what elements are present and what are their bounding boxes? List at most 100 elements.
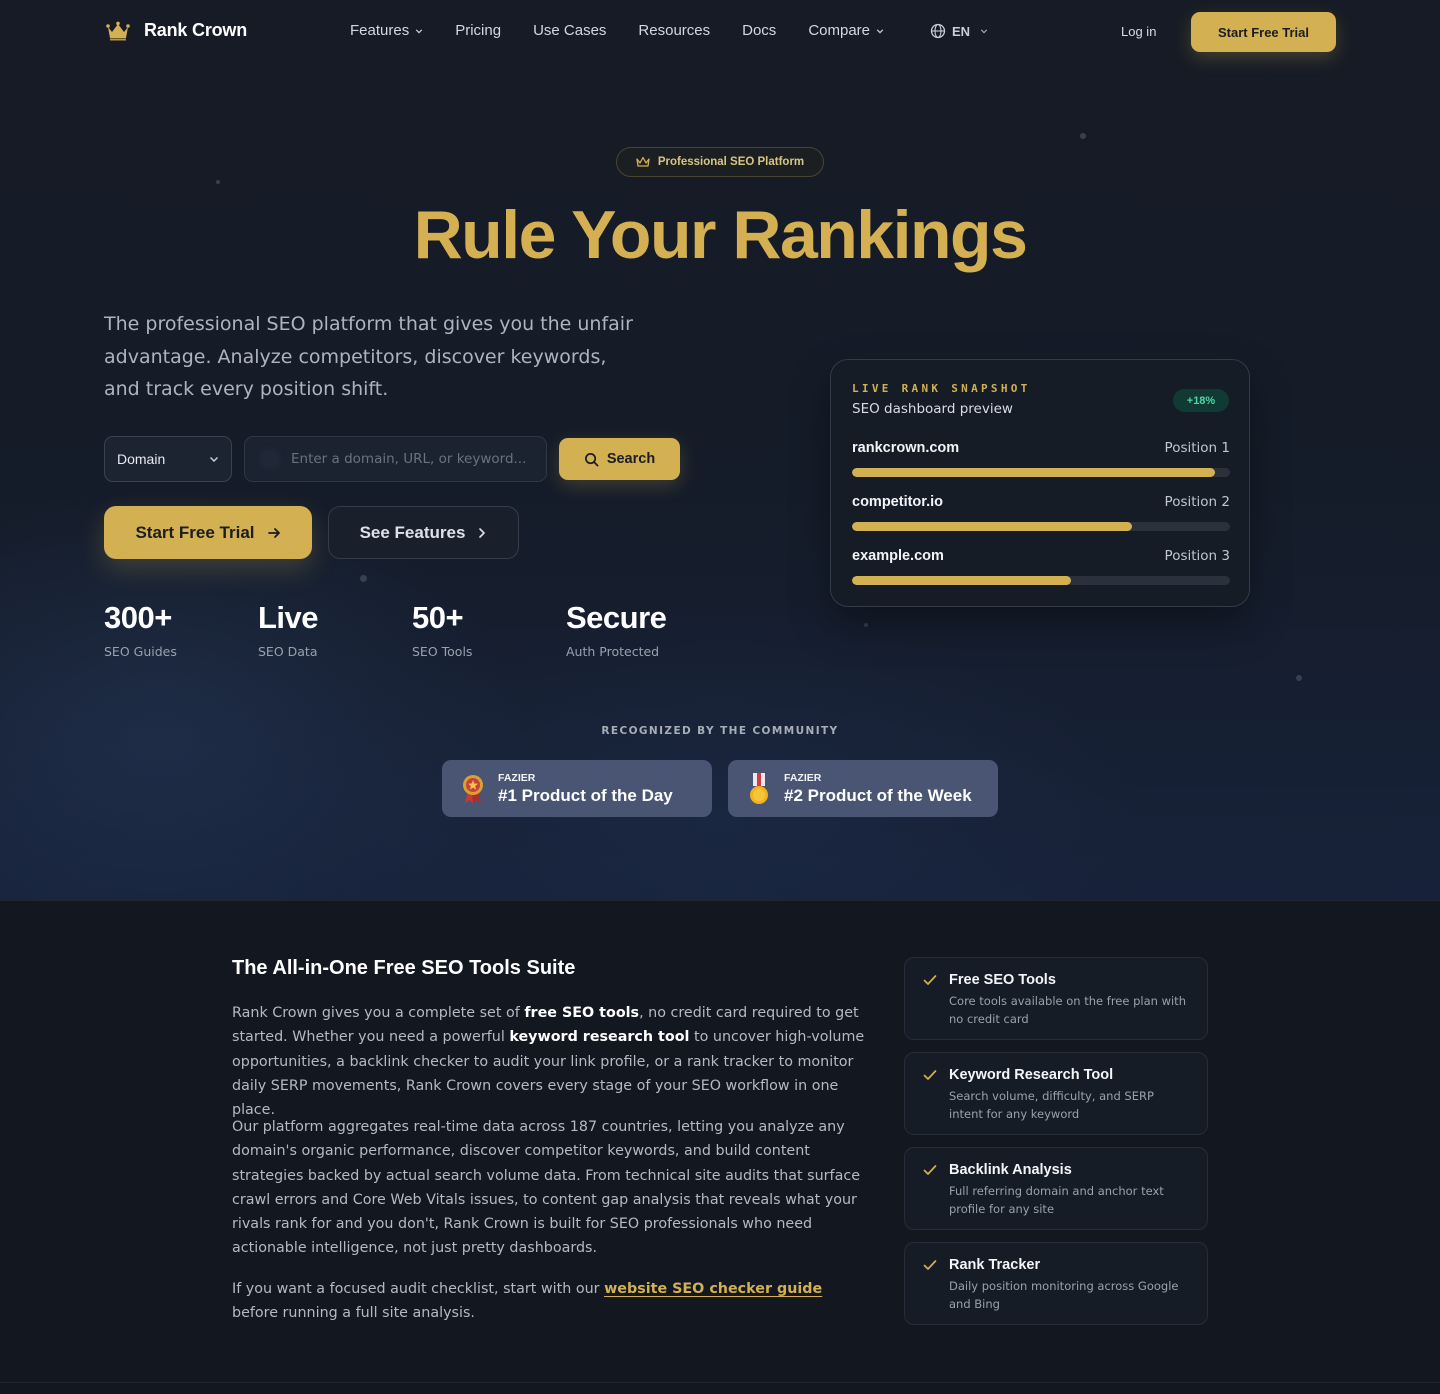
search-icon bbox=[584, 452, 599, 466]
stat-value: Secure bbox=[566, 600, 667, 635]
arrow-right-icon bbox=[267, 527, 280, 538]
feature-description: Search volume, difficulty, and SERP inte… bbox=[949, 1089, 1154, 1121]
nav-link-compare[interactable]: Compare bbox=[808, 22, 884, 39]
nav-link-label: Use Cases bbox=[533, 22, 607, 39]
brand-logo-link[interactable]: Rank Crown bbox=[106, 20, 247, 41]
recognition-heading: RECOGNIZED BY THE COMMUNITY bbox=[601, 725, 839, 737]
see-features-label: See Features bbox=[359, 522, 466, 542]
stat-item: Live SEO Data bbox=[258, 600, 412, 659]
check-icon bbox=[923, 1070, 937, 1080]
rank-bar-track bbox=[852, 468, 1230, 477]
award-title: #1 Product of the Day bbox=[498, 785, 673, 805]
feature-title: Backlink Analysis bbox=[949, 1162, 1072, 1178]
search-input-wrapper bbox=[244, 436, 547, 482]
language-label: EN bbox=[952, 23, 971, 39]
suite-paragraph-3: If you want a focused audit checklist, s… bbox=[232, 1277, 872, 1326]
search-type-select[interactable]: Domain bbox=[104, 436, 232, 482]
hero-start-trial-button[interactable]: Start Free Trial bbox=[104, 506, 312, 559]
stat-label: SEO Tools bbox=[412, 644, 473, 659]
search-input[interactable] bbox=[291, 451, 531, 467]
rank-bar-fill bbox=[852, 522, 1132, 531]
nav-links: Features Pricing Use Cases Resources Doc… bbox=[350, 22, 884, 39]
feature-title: Rank Tracker bbox=[949, 1257, 1041, 1273]
nav-link-label: Compare bbox=[808, 22, 871, 39]
suite-title: The All-in-One Free SEO Tools Suite bbox=[232, 957, 576, 979]
paragraph-text: Rank Crown gives you a complete set of bbox=[232, 1005, 525, 1021]
brand-name: Rank Crown bbox=[144, 20, 248, 40]
search-button[interactable]: Search bbox=[559, 438, 680, 480]
paragraph-strong: keyword research tool bbox=[509, 1029, 690, 1046]
globe-icon bbox=[930, 23, 946, 39]
rank-bar-fill bbox=[852, 468, 1215, 477]
nav-link-use-cases[interactable]: Use Cases bbox=[533, 22, 606, 39]
feature-card: Keyword Research Tool Search volume, dif… bbox=[904, 1052, 1208, 1135]
hero-start-trial-label: Start Free Trial bbox=[135, 522, 255, 542]
award-rosette-icon bbox=[463, 774, 483, 804]
nav-link-label: Pricing bbox=[455, 22, 502, 39]
rank-position: Position 3 bbox=[1164, 548, 1230, 564]
stat-label: SEO Guides bbox=[104, 644, 177, 659]
nav-link-pricing[interactable]: Pricing bbox=[455, 22, 501, 39]
language-selector[interactable]: EN bbox=[930, 23, 988, 39]
nav-link-label: Docs bbox=[742, 22, 777, 39]
hero-badge: Professional SEO Platform bbox=[616, 147, 824, 177]
nav-link-label: Features bbox=[350, 22, 410, 39]
chevron-down-icon bbox=[876, 28, 884, 33]
paragraph-text: before running a full site analysis. bbox=[232, 1305, 475, 1322]
check-icon bbox=[923, 975, 937, 985]
nav-link-resources[interactable]: Resources bbox=[638, 22, 710, 39]
feature-description: Core tools available on the free plan wi… bbox=[949, 994, 1186, 1026]
check-icon bbox=[923, 1260, 937, 1270]
see-features-button[interactable]: See Features bbox=[328, 506, 519, 559]
input-decoration bbox=[259, 448, 281, 470]
rank-row: competitor.io Position 2 bbox=[852, 494, 1230, 531]
suite-paragraph-2: Our platform aggregates real-time data a… bbox=[232, 1119, 861, 1257]
chevron-right-icon bbox=[479, 527, 486, 538]
chevron-down-icon bbox=[415, 28, 423, 33]
crown-icon bbox=[636, 156, 650, 167]
rank-position: Position 2 bbox=[1164, 494, 1230, 510]
feature-card: Rank Tracker Daily position monitoring a… bbox=[904, 1242, 1208, 1325]
chevron-down-icon bbox=[980, 29, 988, 34]
nav-link-docs[interactable]: Docs bbox=[742, 22, 776, 39]
award-title: #2 Product of the Week bbox=[784, 785, 972, 805]
rank-domain: competitor.io bbox=[852, 494, 944, 510]
feature-description: Daily position monitoring across Google … bbox=[949, 1279, 1179, 1311]
search-type-value: Domain bbox=[117, 451, 166, 467]
stat-item: Secure Auth Protected bbox=[566, 600, 720, 659]
paragraph-text: If you want a focused audit checklist, s… bbox=[232, 1281, 605, 1297]
search-button-label: Search bbox=[606, 451, 656, 467]
medal-icon bbox=[750, 772, 768, 804]
rank-snapshot-card: LIVE RANK SNAPSHOT SEO dashboard preview… bbox=[830, 359, 1250, 607]
decorative-dot bbox=[864, 623, 868, 627]
rank-domain: example.com bbox=[852, 548, 944, 564]
login-link[interactable]: Log in bbox=[1121, 24, 1156, 39]
nav-link-features[interactable]: Features bbox=[350, 22, 423, 39]
seo-checker-guide-link[interactable]: website SEO checker guide bbox=[604, 1281, 822, 1297]
top-nav: Rank Crown Features Pricing Use Cases Re… bbox=[0, 0, 1440, 64]
feature-card: Backlink Analysis Full referring domain … bbox=[904, 1147, 1208, 1230]
snapshot-title: SEO dashboard preview bbox=[852, 401, 1013, 417]
stat-value: Live bbox=[258, 600, 319, 635]
hero-subtitle: The professional SEO platform that gives… bbox=[104, 313, 633, 400]
stat-value: 50+ bbox=[412, 600, 464, 635]
hero-cta-row: Start Free Trial See Features bbox=[104, 506, 519, 559]
check-icon bbox=[923, 1165, 937, 1175]
rank-bar-fill bbox=[852, 576, 1072, 585]
award-badge-week[interactable]: FAZIER #2 Product of the Week bbox=[728, 760, 998, 817]
crown-icon bbox=[106, 21, 130, 40]
rank-bar-track bbox=[852, 576, 1230, 585]
hero-badge-label: Professional SEO Platform bbox=[657, 156, 805, 168]
suite-paragraph-1: Rank Crown gives you a complete set of f… bbox=[232, 1001, 872, 1122]
decorative-dot bbox=[360, 575, 367, 582]
hero-stats: 300+ SEO Guides Live SEO Data 50+ SEO To… bbox=[104, 600, 720, 659]
stat-value: 300+ bbox=[104, 600, 172, 635]
decorative-dot bbox=[1296, 675, 1302, 681]
nav-start-trial-button[interactable]: Start Free Trial bbox=[1191, 12, 1336, 52]
feature-card: Free SEO Tools Core tools available on t… bbox=[904, 957, 1208, 1040]
feature-title: Keyword Research Tool bbox=[949, 1067, 1114, 1083]
rank-row: rankcrown.com Position 1 bbox=[852, 440, 1230, 477]
award-badge-day[interactable]: FAZIER #1 Product of the Day bbox=[442, 760, 712, 817]
snapshot-kicker: LIVE RANK SNAPSHOT bbox=[852, 382, 1031, 395]
stat-item: 50+ SEO Tools bbox=[412, 600, 566, 659]
